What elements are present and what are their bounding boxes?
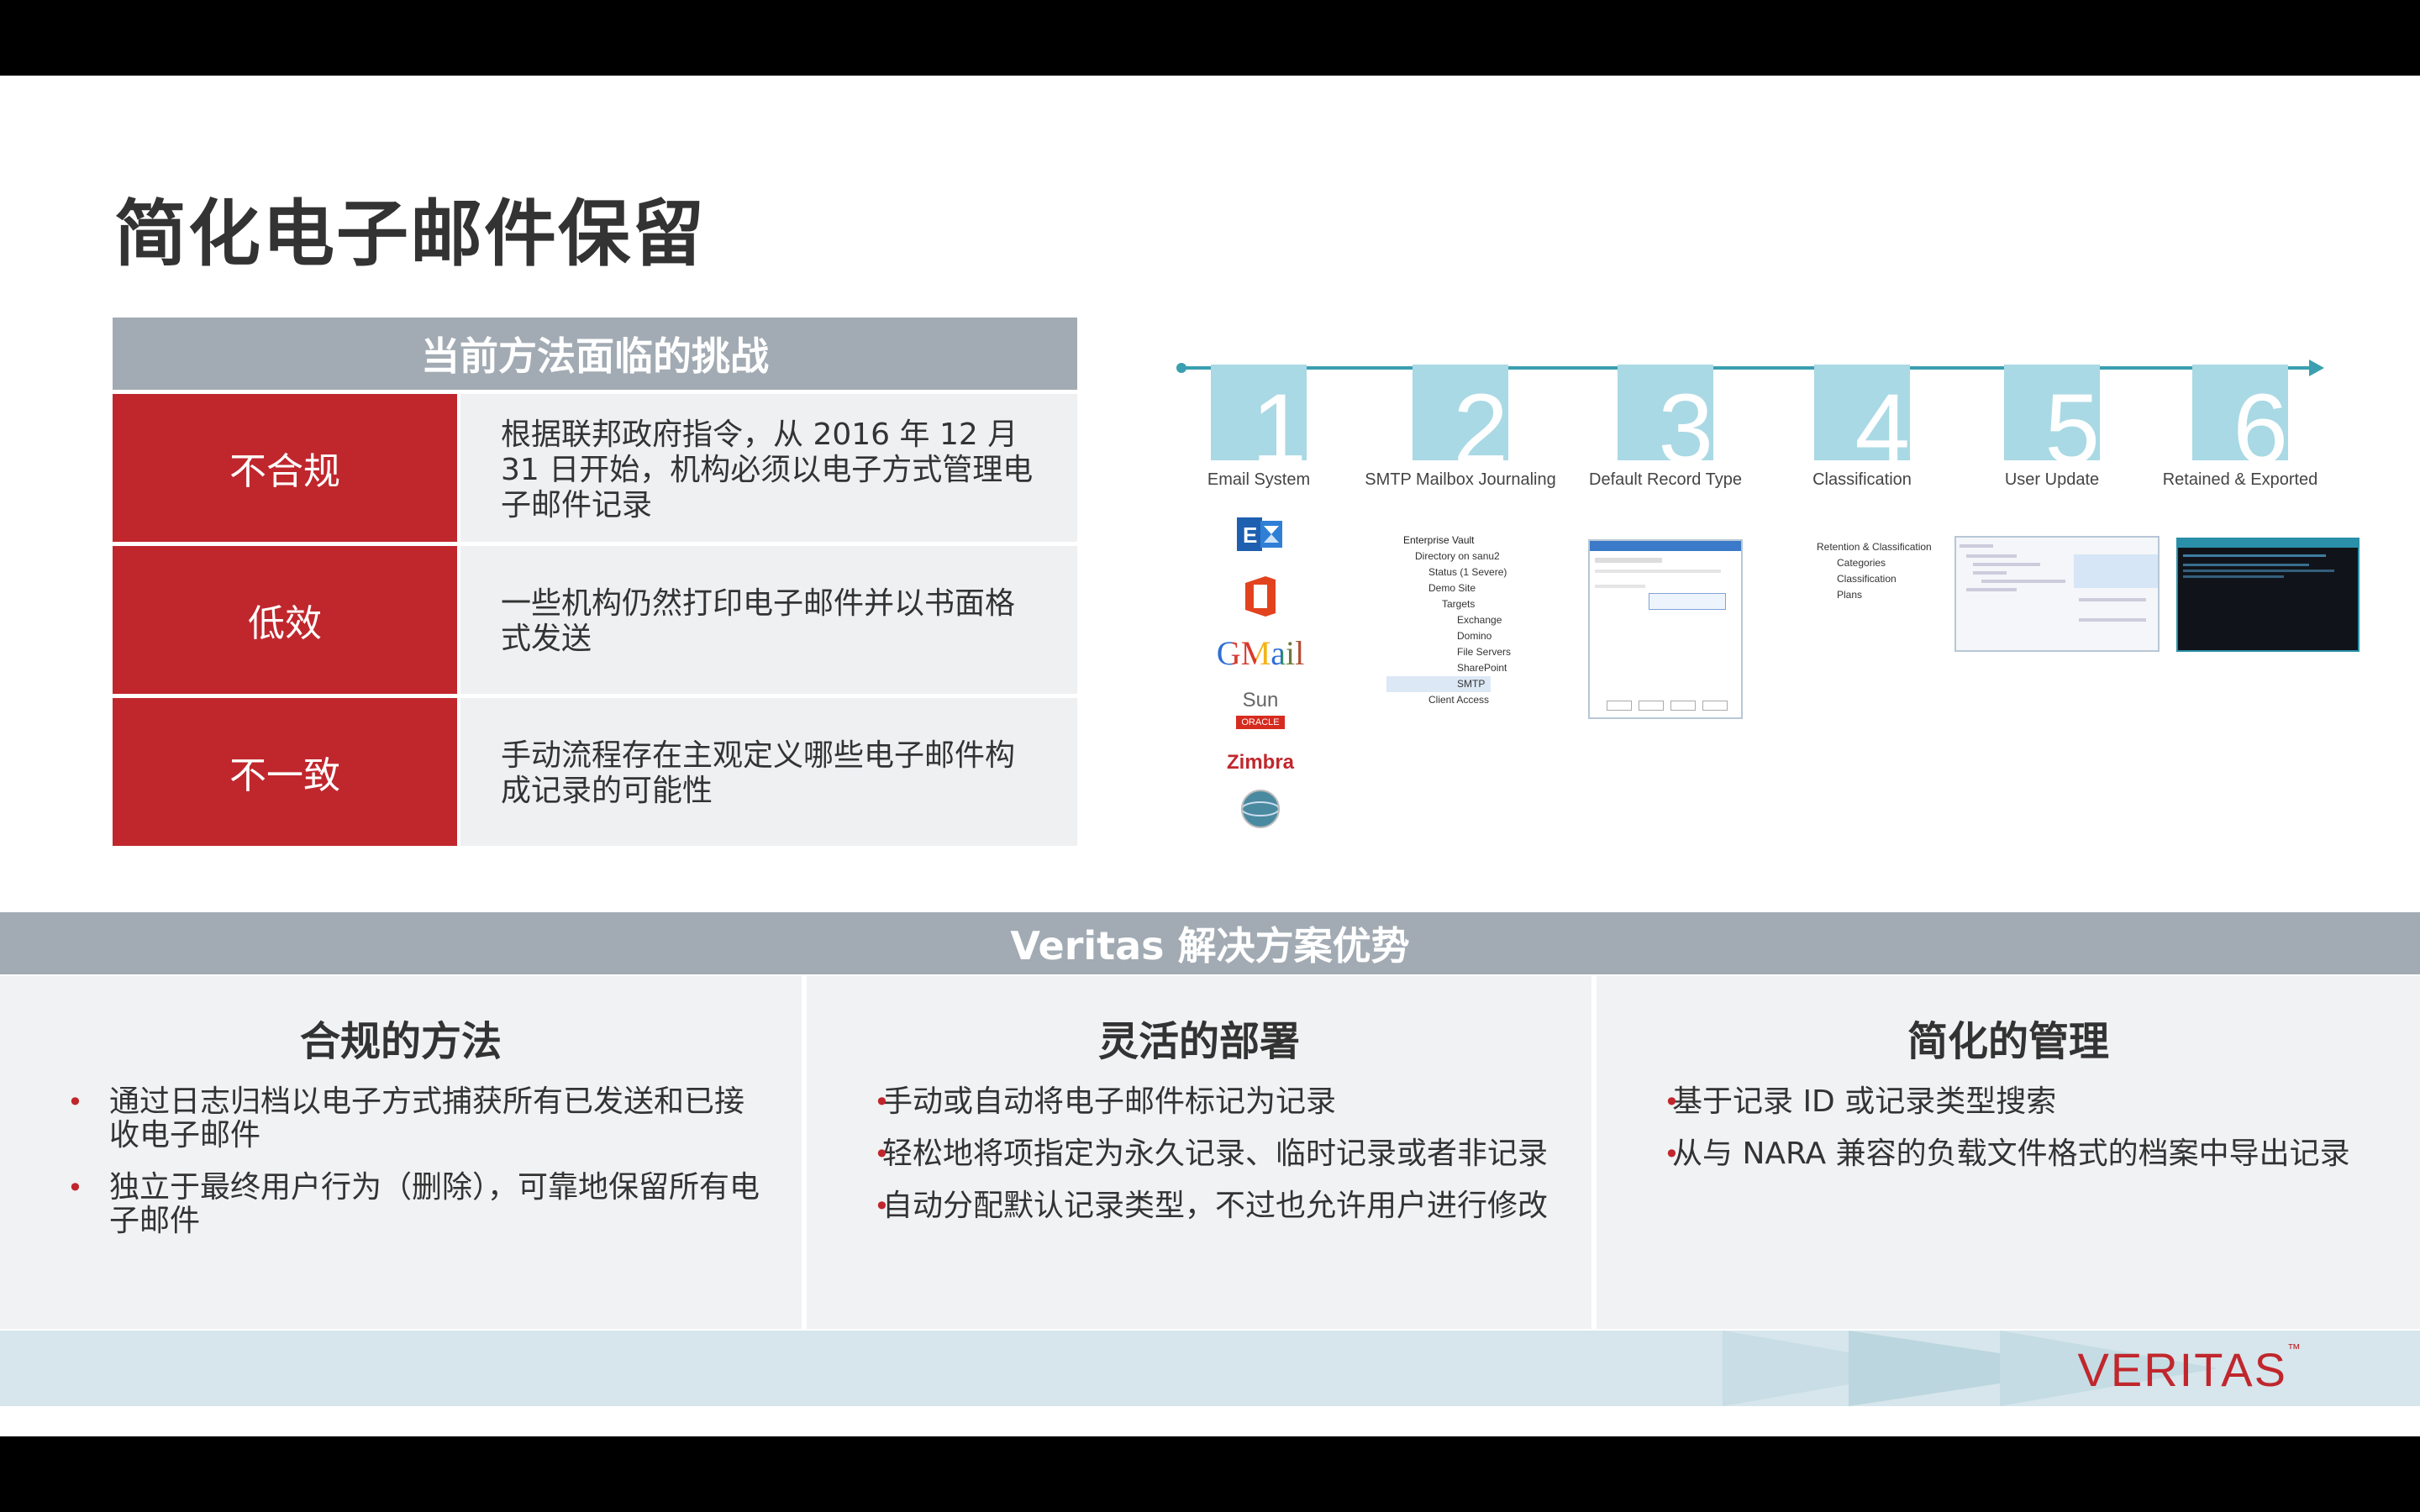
mail-client-screenshot: [1954, 536, 2160, 652]
challenge-text: 一些机构仍然打印电子邮件并以书面格式发送: [460, 546, 1077, 694]
step-label: Email System: [1207, 470, 1311, 489]
exchange-logo-icon: E: [1210, 512, 1311, 559]
step-number: 5: [2044, 374, 2100, 460]
tree-item: Classification: [1837, 573, 1897, 585]
tree-item: Directory on sanu2: [1415, 550, 1500, 562]
challenge-row: 不一致 手动流程存在主观定义哪些电子邮件构成记录的可能性: [113, 698, 1077, 846]
gmail-logo: GMail: [1210, 637, 1311, 670]
step-number-box: 3: [1618, 365, 1713, 460]
tree-item: File Servers: [1457, 646, 1512, 658]
timeline-step: 2 SMTP Mailbox Journaling: [1360, 365, 1561, 490]
footer-band: [0, 1331, 2420, 1406]
timeline-step: 1 Email System: [1158, 365, 1360, 490]
solution-column: 灵活的部署 手动或自动将电子邮件标记为记录 轻松地将项指定为永久记录、临时记录或…: [807, 976, 1591, 1329]
challenge-label: 不一致: [113, 698, 457, 846]
solution-columns: 合规的方法 通过日志归档以电子方式捕获所有已发送和已接收电子邮件 独立于最终用户…: [0, 976, 2420, 1329]
step-number: 1: [1251, 374, 1307, 460]
oracle-logo-text: ORACLE: [1236, 716, 1285, 729]
sun-oracle-logo: Sun ORACLE: [1210, 689, 1311, 729]
solution-column: 简化的管理 基于记录 ID 或记录类型搜索 从与 NARA 兼容的负载文件格式的…: [1597, 976, 2420, 1329]
challenges-table: 当前方法面临的挑战 不合规 根据联邦政府指令，从 2016 年 12 月 31 …: [113, 318, 1077, 846]
list-item: 独立于最终用户行为（删除），可靠地保留所有电子邮件: [0, 1171, 802, 1238]
step-number: 2: [1453, 374, 1508, 460]
globe-logo-icon: [1210, 788, 1311, 833]
list-item: 轻松地将项指定为永久记录、临时记录或者非记录: [807, 1137, 1591, 1172]
challenges-header: 当前方法面临的挑战: [113, 318, 1077, 390]
list-item: 基于记录 ID 或记录类型搜索: [1597, 1085, 2420, 1120]
challenge-row: 不合规 根据联邦政府指令，从 2016 年 12 月 31 日开始，机构必须以电…: [113, 394, 1077, 542]
svg-text:E: E: [1243, 522, 1257, 548]
list-item: 通过日志归档以电子方式捕获所有已发送和已接收电子邮件: [0, 1085, 802, 1152]
email-system-logos: E GMail Sun ORACLE Zimbra: [1210, 512, 1311, 847]
tree-item: Domino: [1457, 630, 1492, 642]
sun-logo-text: Sun: [1242, 689, 1279, 711]
timeline-step: 5 User Update: [1951, 365, 2153, 490]
tree-item: Client Access: [1428, 694, 1490, 706]
tree-item: Status (1 Severe): [1428, 566, 1507, 578]
brand-text: VERITAS: [2077, 1343, 2287, 1396]
challenge-label: 低效: [113, 546, 457, 694]
office-logo-icon: [1210, 573, 1311, 623]
step-number: 3: [1658, 374, 1713, 460]
step-label: Retained & Exported: [2162, 470, 2318, 489]
page-title: 简化电子邮件保留: [114, 192, 706, 276]
list-item: 自动分配默认记录类型，不过也允许用户进行修改: [807, 1189, 1591, 1224]
timeline-step: 3 Default Record Type: [1565, 365, 1766, 490]
tree-item: Demo Site: [1428, 582, 1476, 594]
column-title: 合规的方法: [299, 1018, 502, 1065]
column-title: 简化的管理: [1907, 1018, 2109, 1065]
timeline-step: 4 Classification: [1761, 365, 1963, 490]
zimbra-logo-text: Zimbra: [1226, 751, 1294, 774]
tree-item: Enterprise Vault: [1403, 534, 1475, 546]
bullet-list: 通过日志归档以电子方式捕获所有已发送和已接收电子邮件 独立于最终用户行为（删除）…: [0, 1085, 802, 1238]
step-number-box: 6: [2192, 365, 2288, 460]
list-item: 手动或自动将电子邮件标记为记录: [807, 1085, 1591, 1120]
step-label: SMTP Mailbox Journaling: [1365, 470, 1556, 489]
solution-header: Veritas 解决方案优势: [0, 912, 2420, 974]
tree-item: Exchange: [1457, 614, 1502, 626]
tree-item: Plans: [1837, 589, 1863, 601]
challenge-text: 手动流程存在主观定义哪些电子邮件构成记录的可能性: [460, 698, 1077, 846]
challenge-label: 不合规: [113, 394, 457, 542]
tree-item: SharePoint: [1457, 662, 1507, 674]
step-number: 6: [2233, 374, 2288, 460]
step-label: User Update: [2004, 470, 2100, 489]
classification-tree-screenshot: Retention & Classification Categories Cl…: [1786, 539, 1954, 623]
challenge-text: 根据联邦政府指令，从 2016 年 12 月 31 日开始，机构必须以电子方式管…: [460, 394, 1077, 542]
bullet-list: 手动或自动将电子邮件标记为记录 轻松地将项指定为永久记录、临时记录或者非记录 自…: [807, 1085, 1591, 1224]
bullet-list: 基于记录 ID 或记录类型搜索 从与 NARA 兼容的负载文件格式的档案中导出记…: [1597, 1085, 2420, 1172]
veritas-logo: VERITAS™: [2077, 1342, 2302, 1396]
step-number-box: 4: [1814, 365, 1910, 460]
list-item: 从与 NARA 兼容的负载文件格式的档案中导出记录: [1597, 1137, 2420, 1172]
gmail-logo-text: GMail: [1216, 634, 1305, 672]
step-label: Default Record Type: [1589, 470, 1742, 489]
slide: 简化电子邮件保留 当前方法面临的挑战 不合规 根据联邦政府指令，从 2016 年…: [0, 76, 2420, 1436]
zimbra-logo: Zimbra: [1210, 751, 1311, 774]
record-type-dialog-screenshot: [1588, 539, 1743, 719]
step-number: 4: [1854, 374, 1910, 460]
timeline: [1168, 272, 2336, 376]
tree-item: SMTP: [1386, 676, 1491, 692]
step-number-box: 5: [2004, 365, 2100, 460]
column-title: 灵活的部署: [1097, 1018, 1300, 1065]
tree-item: Retention & Classification: [1817, 541, 1932, 553]
tree-item: Targets: [1442, 598, 1476, 610]
step-label: Classification: [1812, 470, 1912, 489]
challenge-row: 低效 一些机构仍然打印电子邮件并以书面格式发送: [113, 546, 1077, 694]
vault-tree-screenshot: Enterprise Vault Directory on sanu2 Stat…: [1378, 533, 1571, 717]
export-terminal-screenshot: [2176, 538, 2360, 652]
solution-column: 合规的方法 通过日志归档以电子方式捕获所有已发送和已接收电子邮件 独立于最终用户…: [0, 976, 802, 1329]
tree-item: Categories: [1837, 557, 1886, 569]
step-number-box: 1: [1211, 365, 1307, 460]
step-number-box: 2: [1413, 365, 1508, 460]
timeline-step: 6 Retained & Exported: [2139, 365, 2341, 490]
